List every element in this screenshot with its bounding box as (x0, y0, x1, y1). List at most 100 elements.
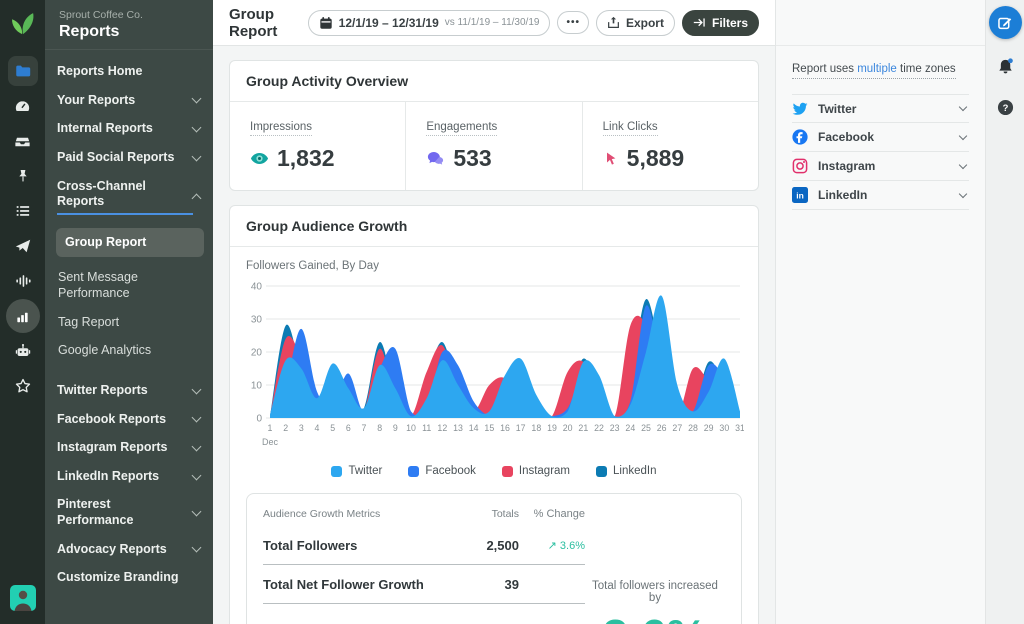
x-axis-tick: 6 (346, 423, 351, 433)
sprout-logo[interactable] (8, 8, 38, 38)
network-row-facebook[interactable]: Facebook (792, 123, 969, 152)
more-button[interactable]: ••• (557, 11, 589, 34)
x-axis-tick: 24 (625, 423, 635, 433)
row-total: 2,500 (486, 538, 519, 553)
sidebar-item-cross-channel-reports[interactable]: Cross-Channel Reports (57, 179, 202, 215)
x-axis-tick: 18 (531, 423, 541, 433)
listening-icon[interactable] (6, 264, 40, 298)
series-area-twitter (270, 295, 740, 418)
timezone-multiple-link[interactable]: multiple (857, 63, 897, 75)
chevron-down-icon (191, 412, 202, 423)
network-name: Instagram (818, 159, 876, 173)
folder-icon[interactable] (7, 56, 38, 86)
topbar: Group Report 12/1/19 – 12/31/19 vs 11/1/… (213, 0, 775, 46)
pin-icon[interactable] (6, 159, 40, 193)
row-metric: Total Followers (263, 538, 358, 553)
table-header: Totals (491, 508, 519, 520)
send-icon[interactable] (6, 229, 40, 263)
calendar-icon (319, 16, 333, 30)
sidebar-item-label: LinkedIn Reports (57, 468, 160, 483)
icon-rail (0, 0, 45, 624)
chat-bubbles-icon (426, 149, 445, 168)
x-axis-tick: 19 (547, 423, 557, 433)
help-icon[interactable]: ? (997, 99, 1014, 121)
sidebar-item-customize-branding[interactable]: Customize Branding (57, 570, 200, 586)
x-axis-tick: 22 (594, 423, 604, 433)
sidebar-item-tag-report[interactable]: Tag Report (57, 315, 200, 331)
bot-icon[interactable] (6, 334, 40, 368)
chevron-down-icon (958, 131, 968, 140)
org-name: Sprout Coffee Co. (59, 9, 143, 21)
sidebar-item-sent-message-performance[interactable]: Sent Message Performance (57, 270, 200, 301)
sidebar-item-pinterest-performance[interactable]: Pinterest Performance (57, 497, 202, 528)
chevron-up-icon (191, 193, 202, 204)
export-button[interactable]: Export (595, 9, 675, 36)
date-range-button[interactable]: 12/1/19 – 12/31/19 vs 11/1/19 – 11/30/19 (307, 9, 551, 36)
x-axis-tick: 25 (641, 423, 651, 433)
x-axis-tick: 20 (563, 423, 573, 433)
sidebar-item-paid-social-reports[interactable]: Paid Social Reports (57, 150, 202, 166)
metric-label: Impressions (250, 121, 312, 136)
sidebar-item-label: Tag Report (58, 314, 120, 329)
legend-label: Instagram (518, 465, 571, 477)
sidebar-item-linkedin-reports[interactable]: LinkedIn Reports (57, 468, 202, 485)
x-axis-tick: 27 (672, 423, 682, 433)
chevron-down-icon (191, 151, 202, 162)
x-axis-tick: 7 (362, 423, 367, 433)
chevron-down-icon (191, 384, 202, 395)
summary-text: Total followers increased by (592, 580, 718, 604)
sidebar-item-label: Google Analytics (58, 343, 152, 358)
compose-icon (997, 15, 1013, 31)
legend-item-instagram[interactable]: Instagram (501, 465, 571, 477)
compose-button[interactable] (988, 6, 1022, 39)
audience-growth-metrics-card: Audience Growth Metrics Totals % Change … (246, 493, 742, 624)
metric-impressions[interactable]: Impressions 1,832 (230, 102, 405, 190)
sidebar-item-label: Customize Branding (57, 570, 179, 585)
network-row-instagram[interactable]: Instagram (792, 152, 969, 181)
sidebar-item-label: Pinterest Performance (57, 497, 134, 527)
sidebar-item-facebook-reports[interactable]: Facebook Reports (57, 412, 202, 428)
metric-link-clicks[interactable]: Link Clicks 5,889 (581, 102, 758, 190)
chart-legend: Twitter Facebook Instagram LinkedIn (246, 465, 742, 477)
reports-chart-icon[interactable] (5, 299, 40, 333)
network-name: Facebook (818, 130, 875, 144)
network-row-linkedin[interactable]: in LinkedIn (792, 181, 969, 210)
sidebar-item-google-analytics[interactable]: Google Analytics (57, 343, 200, 359)
audience-growth-chart[interactable]: 0 10 20 30 40 1 2 3 4 5 6 7 8 9 10 11 12 13 14 15 16 17 18 19 20… (246, 278, 745, 455)
metric-engagements[interactable]: Engagements 533 (405, 102, 581, 190)
audience-growth-table: Audience Growth Metrics Totals % Change … (263, 508, 585, 624)
legend-label: LinkedIn (613, 465, 657, 477)
list-icon[interactable] (6, 194, 40, 228)
y-axis-tick: 40 (251, 282, 263, 293)
sidebar-item-instagram-reports[interactable]: Instagram Reports (57, 440, 202, 456)
panel-top-spacer (776, 0, 985, 46)
sidebar-item-your-reports[interactable]: Your Reports (57, 93, 202, 109)
sidebar-item-reports-home[interactable]: Reports Home (57, 64, 200, 80)
chart-subtitle: Followers Gained, By Day (246, 260, 379, 272)
row-total: 39 (504, 577, 519, 592)
notifications-bell-icon[interactable] (996, 57, 1015, 81)
y-axis-tick: 0 (256, 414, 262, 425)
legend-item-twitter[interactable]: Twitter (331, 465, 382, 477)
x-axis-tick: 26 (657, 423, 667, 433)
advocacy-star-icon[interactable] (6, 369, 40, 403)
sidebar-item-group-report[interactable]: Group Report (56, 227, 204, 258)
x-axis-tick: 4 (315, 423, 320, 433)
legend-item-facebook[interactable]: Facebook (408, 465, 476, 477)
sidebar-title: Reports (59, 23, 120, 40)
chevron-down-icon (191, 122, 202, 133)
network-row-twitter[interactable]: Twitter (792, 94, 969, 123)
followers-gained-area-chart: 0102030401 2 3 4 5 6 7 8 9 10 11 12 13 14 15 16 17 18 19 20… (251, 282, 745, 448)
sidebar-item-advocacy-reports[interactable]: Advocacy Reports (57, 541, 202, 558)
legend-item-linkedin[interactable]: LinkedIn (596, 465, 657, 477)
inbox-icon[interactable] (6, 124, 40, 158)
sidebar-item-twitter-reports[interactable]: Twitter Reports (57, 383, 202, 399)
gauge-icon[interactable] (6, 89, 40, 123)
x-axis-tick: 29 (704, 423, 714, 433)
user-avatar[interactable] (9, 585, 36, 616)
report-content: Group Activity Overview Impressions 1,83… (213, 46, 775, 624)
sidebar-item-label: Advocacy Reports (57, 541, 167, 556)
sidebar-item-label: Cross-Channel Reports (57, 179, 193, 215)
filters-button[interactable]: Filters (681, 9, 759, 36)
sidebar-item-internal-reports[interactable]: Internal Reports (57, 121, 202, 137)
